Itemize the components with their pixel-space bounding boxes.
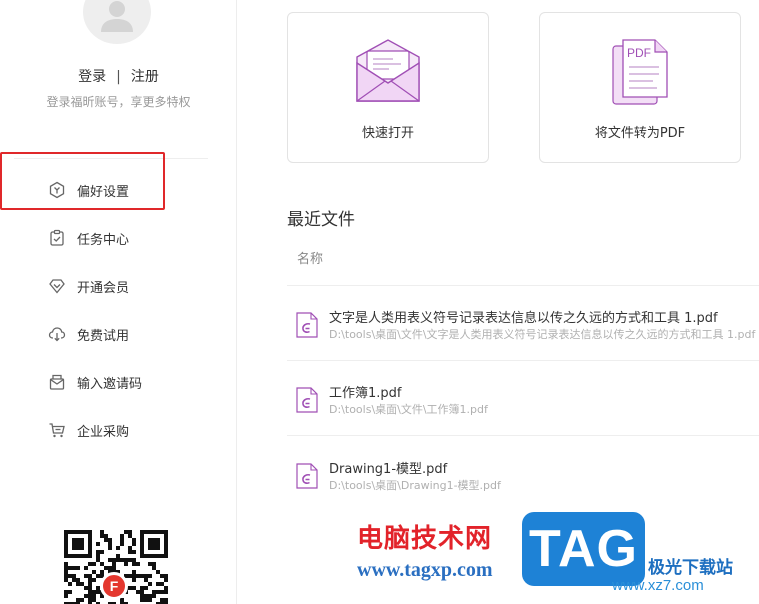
- pdf-art-text: PDF: [627, 46, 651, 60]
- sidebar-menu: 偏好设置 任务中心 开通会员 免费试用 输入邀请码 企业采购: [0, 166, 237, 454]
- sidebar-item-label: 开通会员: [77, 280, 130, 296]
- pdf-file-icon: [296, 387, 318, 413]
- sidebar-item-task-center[interactable]: 任务中心: [0, 214, 237, 262]
- pdf-file-icon: [296, 463, 318, 489]
- file-name: Drawing1-模型.pdf: [329, 462, 448, 477]
- file-name: 工作簿1.pdf: [329, 386, 402, 401]
- watermark-site-name: 电脑技术网: [357, 524, 493, 554]
- qr-code: F: [64, 530, 170, 604]
- sidebar-item-label: 任务中心: [77, 232, 130, 248]
- sidebar-item-free-trial[interactable]: 免费试用: [0, 310, 237, 358]
- sidebar-item-label: 企业采购: [77, 424, 130, 440]
- task-center-icon: [48, 229, 66, 247]
- convert-to-pdf-card[interactable]: PDF 将文件转为PDF: [539, 12, 741, 163]
- file-path: D:\tools\桌面\文件\文字是人类用表义符号记录表达信息以传之久远的方式和…: [329, 328, 756, 341]
- login-separator: |: [116, 69, 121, 85]
- sidebar-divider: [14, 158, 208, 159]
- user-silhouette-icon: [101, 1, 133, 32]
- quick-open-card[interactable]: 快速打开: [287, 12, 489, 163]
- login-hint: 登录福昕账号，享更多特权: [46, 95, 191, 109]
- sidebar-item-preferences[interactable]: 偏好设置: [0, 166, 237, 214]
- sidebar-item-enterprise-purchase[interactable]: 企业采购: [0, 406, 237, 454]
- membership-icon: [48, 277, 66, 295]
- sidebar-item-label: 偏好设置: [77, 184, 130, 200]
- watermark-tag-logo: TAG: [522, 512, 645, 586]
- file-row[interactable]: Drawing1-模型.pdf D:\tools\桌面\Drawing1-模型.…: [287, 437, 759, 512]
- pdf-convert-icon: PDF: [540, 37, 740, 107]
- register-link[interactable]: 注册: [131, 69, 159, 85]
- column-header-name[interactable]: 名称: [297, 248, 323, 267]
- watermark-sub-name: 极光下载站: [648, 558, 733, 578]
- quick-open-label: 快速打开: [361, 126, 414, 141]
- login-register-row: 登录 | 注册: [0, 66, 237, 86]
- sidebar-item-label: 输入邀请码: [77, 376, 143, 392]
- watermark-sub-url: www.xz7.com: [612, 577, 704, 594]
- file-row[interactable]: 工作簿1.pdf D:\tools\桌面\文件\工作簿1.pdf: [287, 361, 759, 436]
- pdf-file-icon: [296, 312, 318, 338]
- recent-files-title: 最近文件: [287, 210, 355, 230]
- envelope-icon: [288, 37, 488, 107]
- preferences-icon: [48, 181, 66, 199]
- sidebar-item-invite-code[interactable]: 输入邀请码: [0, 358, 237, 406]
- file-name: 文字是人类用表义符号记录表达信息以传之久远的方式和工具 1.pdf: [329, 311, 718, 326]
- foxit-logo-badge: F: [100, 572, 128, 600]
- sidebar-item-label: 免费试用: [77, 328, 130, 344]
- file-row[interactable]: 文字是人类用表义符号记录表达信息以传之久远的方式和工具 1.pdf D:\too…: [287, 286, 759, 361]
- avatar[interactable]: [83, 0, 151, 44]
- sidebar: 登录 | 注册 登录福昕账号，享更多特权 偏好设置 任务中心 开通会员 免费试用…: [0, 0, 237, 604]
- login-link[interactable]: 登录: [78, 69, 106, 85]
- file-path: D:\tools\桌面\Drawing1-模型.pdf: [329, 479, 501, 492]
- enterprise-purchase-icon: [48, 421, 66, 439]
- invite-code-icon: [48, 373, 66, 391]
- file-path: D:\tools\桌面\文件\工作簿1.pdf: [329, 403, 488, 416]
- convert-to-pdf-label: 将文件转为PDF: [594, 126, 686, 141]
- watermark-url: www.tagxp.com: [357, 559, 493, 581]
- sidebar-item-membership[interactable]: 开通会员: [0, 262, 237, 310]
- free-trial-icon: [48, 325, 66, 343]
